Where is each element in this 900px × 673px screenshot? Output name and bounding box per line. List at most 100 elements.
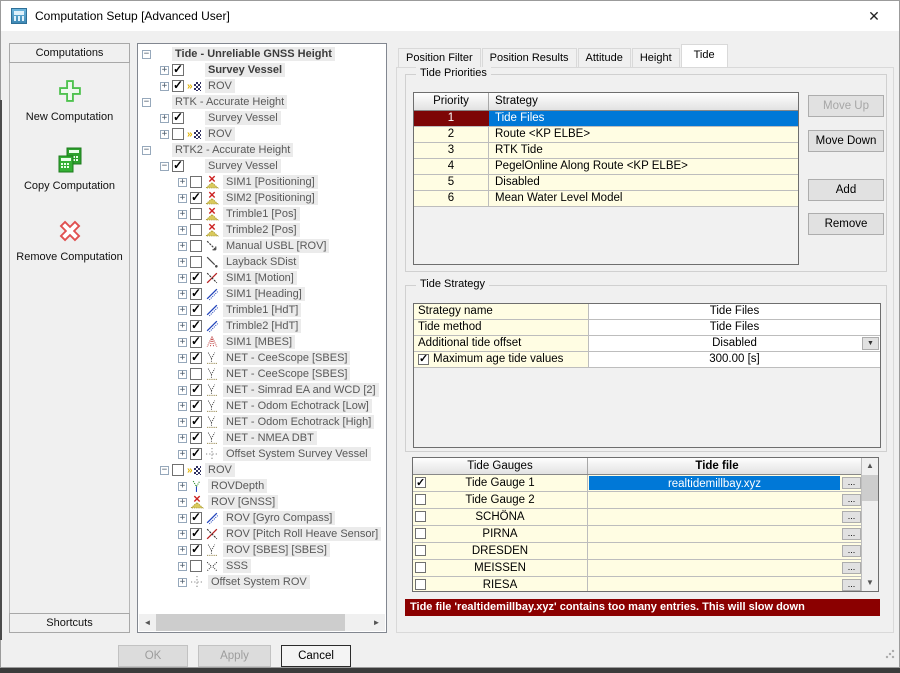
tree-item[interactable]: +ROVDepth <box>138 478 386 494</box>
browse-button[interactable]: ... <box>842 511 861 523</box>
cancel-button[interactable]: Cancel <box>281 645 351 667</box>
checkbox[interactable] <box>415 562 426 573</box>
sidebar-header-computations[interactable]: Computations <box>9 43 130 63</box>
priority-row[interactable]: 6Mean Water Level Model <box>414 191 798 207</box>
expander-icon[interactable]: + <box>178 178 187 187</box>
checkbox[interactable] <box>172 64 184 76</box>
scroll-left-icon[interactable]: ◄ <box>139 614 156 631</box>
new-computation-button[interactable]: New Computation <box>10 76 129 123</box>
priority-row[interactable]: 5Disabled <box>414 175 798 191</box>
tree-item[interactable]: +ROV [GNSS] <box>138 494 386 510</box>
checkbox[interactable] <box>190 304 202 316</box>
checkbox[interactable] <box>190 432 202 444</box>
resize-grip[interactable] <box>885 649 895 659</box>
scrollbar-thumb[interactable] <box>862 475 878 501</box>
tree-item[interactable]: +SIM1 [MBES] <box>138 334 386 350</box>
tree-item[interactable]: +Layback SDist <box>138 254 386 270</box>
expander-icon[interactable]: + <box>178 306 187 315</box>
ok-button[interactable]: OK <box>118 645 188 667</box>
checkbox[interactable] <box>190 256 202 268</box>
tide-gauge-row[interactable]: DRESDEN... <box>413 543 878 560</box>
checkbox[interactable] <box>172 80 184 92</box>
checkbox[interactable] <box>190 512 202 524</box>
add-button[interactable]: Add <box>808 179 884 201</box>
copy-computation-button[interactable]: Copy Computation <box>10 145 129 192</box>
expander-icon[interactable]: + <box>160 82 169 91</box>
tree-item[interactable]: +NET - Odom Echotrack [High] <box>138 414 386 430</box>
tree-item[interactable]: +ROV [Pitch Roll Heave Sensor] <box>138 526 386 542</box>
expander-icon[interactable]: + <box>178 562 187 571</box>
tide-file-cell[interactable]: ... <box>588 543 863 559</box>
expander-icon[interactable]: + <box>160 130 169 139</box>
scrollbar-thumb[interactable] <box>156 614 345 631</box>
tide-file-cell[interactable]: realtidemillbay.xyz... <box>588 475 863 491</box>
tide-gauge-row[interactable]: MEISSEN... <box>413 560 878 577</box>
tide-file-cell[interactable]: ... <box>588 560 863 576</box>
expander-icon[interactable]: + <box>178 242 187 251</box>
checkbox[interactable] <box>190 176 202 188</box>
tree-item[interactable]: +SIM1 [Positioning] <box>138 174 386 190</box>
expander-icon[interactable]: + <box>178 370 187 379</box>
tree-item[interactable]: +SIM1 [Motion] <box>138 270 386 286</box>
tree-item[interactable]: +NET - Simrad EA and WCD [2] <box>138 382 386 398</box>
scroll-up-icon[interactable]: ▲ <box>862 458 878 474</box>
dropdown-arrow-icon[interactable]: ▼ <box>862 337 879 350</box>
checkbox[interactable] <box>172 160 184 172</box>
tide-gauge-row[interactable]: PIRNA... <box>413 526 878 543</box>
checkbox[interactable] <box>190 336 202 348</box>
checkbox[interactable] <box>190 272 202 284</box>
tree-item[interactable]: +Trimble1 [Pos] <box>138 206 386 222</box>
expander-icon[interactable]: + <box>178 498 187 507</box>
strategy-value-cell[interactable]: Tide Files <box>589 320 880 335</box>
tide-file-cell[interactable]: ... <box>588 526 863 542</box>
tree-item[interactable]: −»ROV <box>138 462 386 478</box>
expander-icon[interactable]: + <box>178 194 187 203</box>
tree-item[interactable]: +Offset System Survey Vessel <box>138 446 386 462</box>
browse-button[interactable]: ... <box>842 477 861 489</box>
checkbox[interactable] <box>415 494 426 505</box>
checkbox[interactable] <box>172 112 184 124</box>
tree-item[interactable]: +SSS <box>138 558 386 574</box>
tree-item[interactable]: −Tide - Unreliable GNSS Height <box>138 46 386 62</box>
checkbox[interactable] <box>415 528 426 539</box>
tide-file-cell[interactable]: ... <box>588 577 863 592</box>
tree-item[interactable]: +ROV [Gyro Compass] <box>138 510 386 526</box>
close-icon[interactable]: ✕ <box>865 7 883 25</box>
tab-height[interactable]: Height <box>632 48 680 67</box>
expander-icon[interactable]: − <box>142 50 151 59</box>
expander-icon[interactable]: + <box>178 578 187 587</box>
remove-button[interactable]: Remove <box>808 213 884 235</box>
tree-item[interactable]: +NET - NMEA DBT <box>138 430 386 446</box>
tide-gauge-row[interactable]: RIESA... <box>413 577 878 592</box>
expander-icon[interactable]: + <box>178 434 187 443</box>
strategy-value-cell[interactable]: Tide Files <box>589 304 880 319</box>
expander-icon[interactable]: + <box>178 402 187 411</box>
checkbox[interactable] <box>190 352 202 364</box>
tab-attitude[interactable]: Attitude <box>578 48 631 67</box>
browse-button[interactable]: ... <box>842 494 861 506</box>
tree-item[interactable]: +Trimble1 [HdT] <box>138 302 386 318</box>
expander-icon[interactable]: + <box>178 514 187 523</box>
checkbox[interactable] <box>190 288 202 300</box>
tree-item[interactable]: +»ROV <box>138 126 386 142</box>
tide-file-cell[interactable]: ... <box>588 492 863 508</box>
expander-icon[interactable]: + <box>178 450 187 459</box>
priority-row[interactable]: 4PegelOnline Along Route <KP ELBE> <box>414 159 798 175</box>
browse-button[interactable]: ... <box>842 528 861 540</box>
expander-icon[interactable]: + <box>178 290 187 299</box>
expander-icon[interactable]: + <box>178 386 187 395</box>
expander-icon[interactable]: + <box>178 418 187 427</box>
checkbox[interactable] <box>415 545 426 556</box>
tree-item[interactable]: +ROV [SBES] [SBES] <box>138 542 386 558</box>
checkbox[interactable] <box>190 384 202 396</box>
priority-row[interactable]: 3RTK Tide <box>414 143 798 159</box>
tree-item[interactable]: +SIM1 [Heading] <box>138 286 386 302</box>
sidebar-header-shortcuts[interactable]: Shortcuts <box>9 613 130 633</box>
expander-icon[interactable]: − <box>160 162 169 171</box>
checkbox[interactable] <box>172 128 184 140</box>
expander-icon[interactable]: + <box>178 338 187 347</box>
gauges-vertical-scrollbar[interactable]: ▲ ▼ <box>861 458 878 591</box>
expander-icon[interactable]: + <box>178 482 187 491</box>
strategy-value-cell[interactable]: 300.00 [s] <box>589 352 880 367</box>
checkbox[interactable] <box>172 464 184 476</box>
